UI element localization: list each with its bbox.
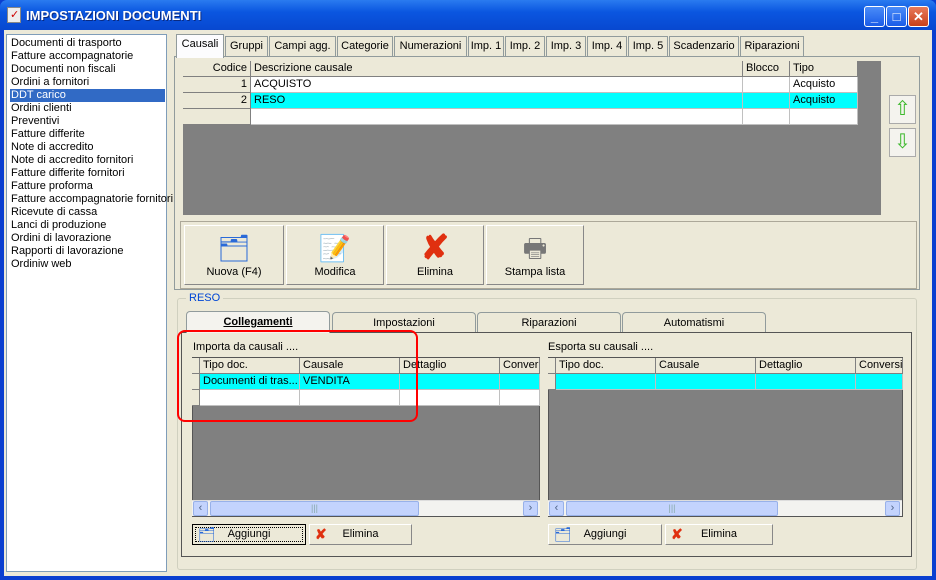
column-header[interactable]: Blocco — [743, 61, 790, 77]
tab-imp-3[interactable]: Imp. 3 — [546, 36, 586, 57]
maximize-button[interactable]: □ — [886, 6, 907, 27]
scroll-thumb[interactable]: ||| — [566, 501, 778, 516]
minimize-button[interactable]: _ — [864, 6, 885, 27]
document-type-list[interactable]: Documenti di trasporto Fatture accompagna… — [6, 34, 173, 572]
importa-aggiungi-button[interactable]: 🗂 Aggiungi — [192, 524, 306, 545]
grid-cell[interactable]: Acquisto — [790, 93, 858, 109]
tab-imp-1[interactable]: Imp. 1 — [468, 36, 504, 57]
close-button[interactable]: ✕ — [908, 6, 929, 27]
grid-cell[interactable]: ACQUISTO — [251, 77, 743, 93]
move-down-button[interactable]: ⇩ — [889, 128, 916, 157]
move-up-button[interactable]: ⇧ — [889, 95, 916, 124]
column-header[interactable]: Tipo doc. — [556, 358, 656, 374]
subtab-riparazioni[interactable]: Riparazioni — [477, 312, 621, 333]
app-icon — [7, 7, 21, 23]
sidebar-item[interactable]: Fatture differite fornitori — [10, 167, 165, 180]
tab-categorie[interactable]: Categorie — [337, 36, 393, 57]
grid-cell[interactable]: RESO — [251, 93, 743, 109]
new-folder-icon: 🗂 — [217, 233, 251, 263]
tab-riparazioni[interactable]: Riparazioni — [740, 36, 804, 57]
scroll-thumb[interactable]: ||| — [210, 501, 419, 516]
sidebar-item[interactable]: Fatture differite — [10, 128, 165, 141]
scroll-right-icon[interactable]: › — [885, 501, 900, 516]
annotation-highlight — [177, 330, 418, 422]
stampa-lista-button[interactable]: 🖶 Stampa lista — [486, 225, 584, 285]
subtab-automatismi[interactable]: Automatismi — [622, 312, 766, 333]
grid-cell[interactable] — [743, 109, 790, 125]
tab-imp-5[interactable]: Imp. 5 — [628, 36, 668, 57]
column-header[interactable]: Conver — [500, 358, 540, 374]
sidebar-item[interactable]: Ordini a fornitori — [10, 76, 165, 89]
grid-cell[interactable] — [500, 374, 540, 390]
tab-gruppi[interactable]: Gruppi — [225, 36, 268, 57]
sidebar-item[interactable]: Fatture proforma — [10, 180, 165, 193]
grid-cell[interactable]: 1 — [183, 77, 251, 93]
delete-x-icon: ✘ — [420, 229, 450, 267]
sidebar-item[interactable]: Preventivi — [10, 115, 165, 128]
sidebar-item[interactable]: Ordini di lavorazione — [10, 232, 165, 245]
tab-scadenzario[interactable]: Scadenzario — [669, 36, 739, 57]
tab-campi-agg-[interactable]: Campi agg. — [269, 36, 336, 57]
scroll-left-icon[interactable]: ‹ — [549, 501, 564, 516]
row-indicator[interactable] — [548, 358, 556, 374]
tab-imp-2[interactable]: Imp. 2 — [505, 36, 545, 57]
tab-imp-4[interactable]: Imp. 4 — [587, 36, 627, 57]
grid-cell[interactable] — [251, 109, 743, 125]
group-label: RESO — [186, 292, 224, 304]
column-header[interactable]: Causale — [656, 358, 756, 374]
tab-numerazioni[interactable]: Numerazioni — [394, 36, 467, 57]
sidebar-item[interactable]: Note di accredito fornitori — [10, 154, 165, 167]
grid-cell[interactable] — [556, 374, 656, 390]
grid-cell[interactable] — [183, 109, 251, 125]
elimina-button[interactable]: ✘ Elimina — [386, 225, 484, 285]
importa-elimina-button[interactable]: ✘ Elimina — [309, 524, 412, 545]
grid-cell[interactable] — [790, 109, 858, 125]
scroll-left-icon[interactable]: ‹ — [193, 501, 208, 516]
esporta-elimina-button[interactable]: ✘ Elimina — [665, 524, 773, 545]
grid-cell[interactable] — [856, 374, 903, 390]
sidebar-item[interactable]: Documenti non fiscali — [10, 63, 165, 76]
sidebar-item[interactable]: Note di accredito — [10, 141, 165, 154]
grid-cell[interactable] — [656, 374, 756, 390]
column-header[interactable]: Tipo — [790, 61, 858, 77]
sidebar-item[interactable]: Rapporti di lavorazione — [10, 245, 165, 258]
grid-cell[interactable] — [743, 77, 790, 93]
sidebar-item[interactable]: Ordini clienti — [10, 102, 165, 115]
grid-cell[interactable]: 2 — [183, 93, 251, 109]
sidebar-item[interactable]: Fatture accompagnatorie fornitori — [10, 193, 173, 206]
nuova-button[interactable]: 🗂 Nuova (F4) — [184, 225, 284, 285]
window-title: IMPOSTAZIONI DOCUMENTI — [26, 8, 202, 23]
esporta-label: Esporta su causali .... — [548, 341, 654, 353]
sidebar-item[interactable]: Ordiniw web — [10, 258, 165, 271]
esporta-horizontal-scrollbar[interactable]: ‹ › ||| — [548, 500, 902, 516]
modifica-button[interactable]: 📝 Modifica — [286, 225, 384, 285]
arrow-down-icon: ⇩ — [894, 131, 911, 153]
column-header[interactable]: Dettaglio — [756, 358, 856, 374]
edit-document-icon: 📝 — [318, 233, 352, 263]
grid-cell[interactable]: Acquisto — [790, 77, 858, 93]
sidebar-item[interactable]: Documenti di trasporto — [10, 37, 165, 50]
grid-cell[interactable] — [500, 390, 540, 406]
sidebar-item[interactable]: Lanci di produzione — [10, 219, 165, 232]
column-header[interactable]: Descrizione causale — [251, 61, 743, 77]
importa-horizontal-scrollbar[interactable]: ‹ › ||| — [192, 500, 540, 516]
column-header[interactable]: Conversi — [856, 358, 903, 374]
arrow-up-icon: ⇧ — [894, 98, 911, 120]
tab-causali[interactable]: Causali — [176, 34, 224, 58]
sidebar-item[interactable]: DDT carico — [10, 89, 165, 102]
printer-icon: 🖶 — [522, 233, 548, 263]
esporta-aggiungi-button[interactable]: 🗂 Aggiungi — [548, 524, 662, 545]
sidebar-item[interactable]: Ricevute di cassa — [10, 206, 165, 219]
scroll-right-icon[interactable]: › — [523, 501, 538, 516]
sidebar-item[interactable]: Fatture accompagnatorie — [10, 50, 165, 63]
row-indicator[interactable] — [548, 374, 556, 390]
grid-cell[interactable] — [756, 374, 856, 390]
column-header[interactable]: Codice — [183, 61, 251, 77]
grid-cell[interactable] — [743, 93, 790, 109]
